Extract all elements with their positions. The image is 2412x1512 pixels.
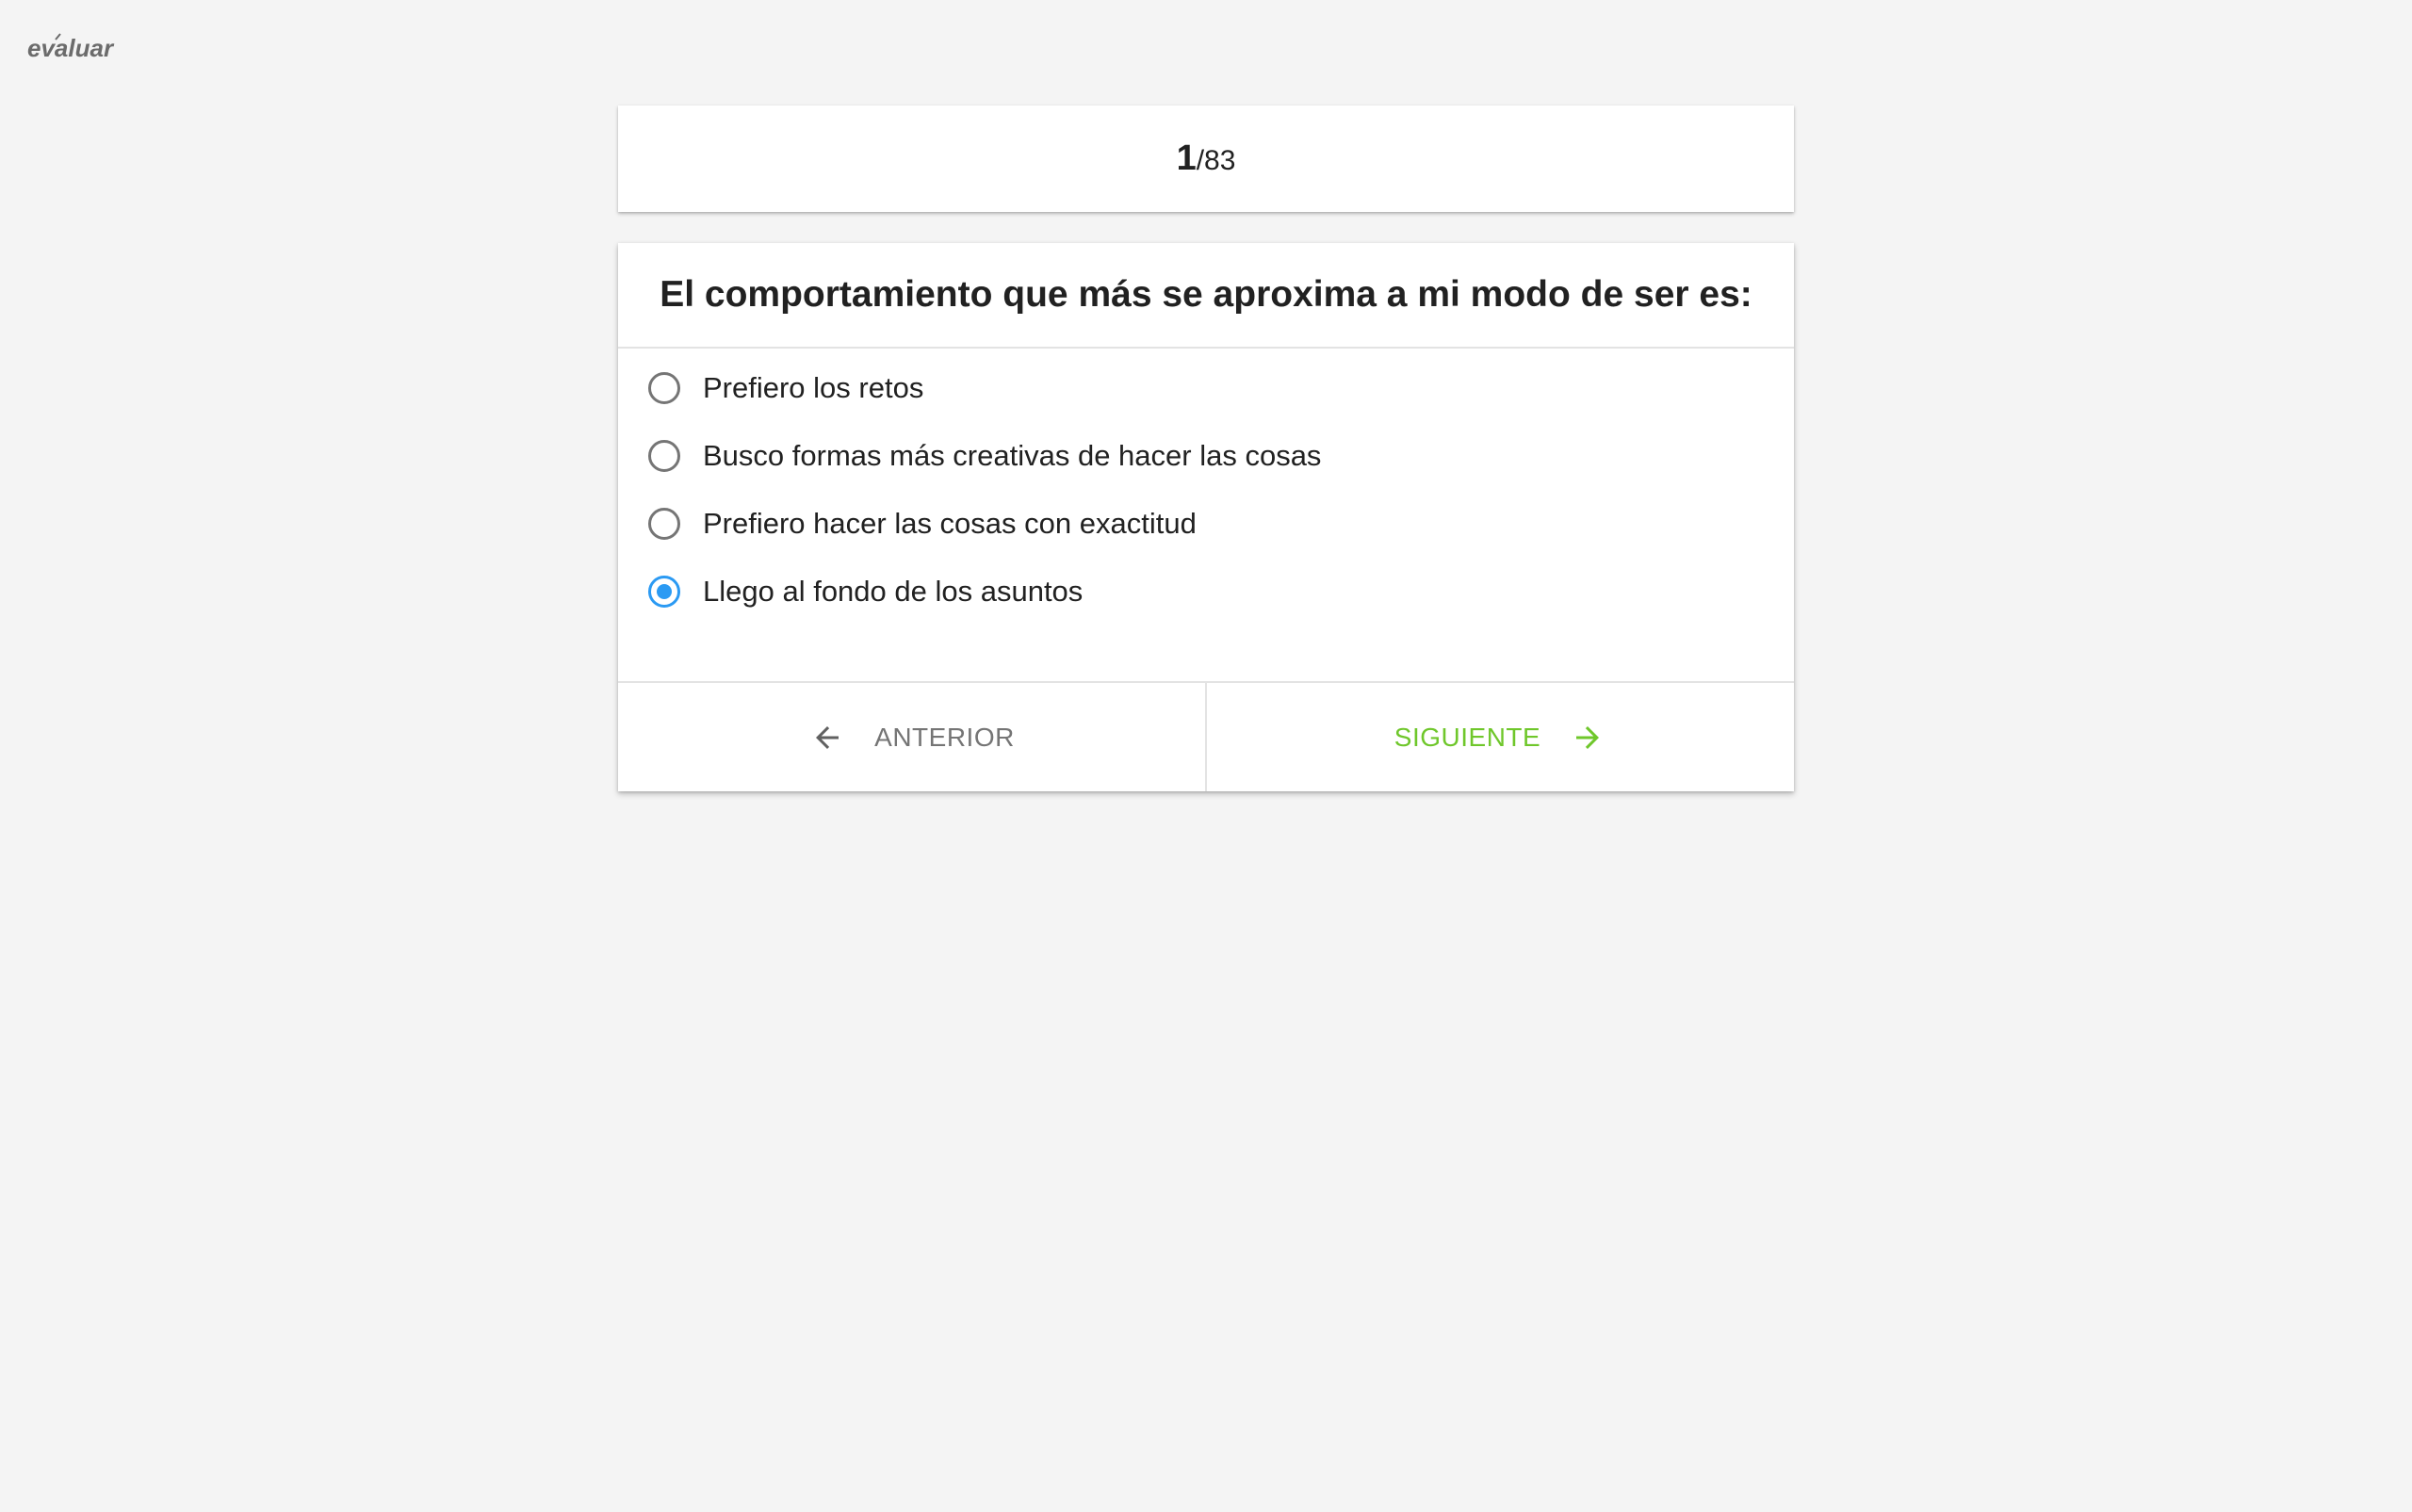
answer-option-label: Prefiero hacer las cosas con exactitud xyxy=(703,507,1197,540)
answer-options: Prefiero los retos Busco formas más crea… xyxy=(618,349,1794,925)
next-button[interactable]: SIGUIENTE xyxy=(1207,683,1794,791)
current-question-number: 1 xyxy=(1176,138,1197,178)
previous-button[interactable]: ANTERIOR xyxy=(618,683,1207,791)
navigation-footer: ANTERIOR SIGUIENTE xyxy=(618,681,1794,791)
answer-option-4[interactable]: Llego al fondo de los asuntos xyxy=(648,563,1083,620)
radio-button[interactable] xyxy=(648,576,680,608)
answer-option-2[interactable]: Busco formas más creativas de hacer las … xyxy=(648,428,1321,484)
progress-card: 1 / 83 xyxy=(618,106,1794,212)
total-questions: 83 xyxy=(1204,145,1236,176)
arrow-right-icon xyxy=(1569,719,1606,756)
question-counter: 1 / 83 xyxy=(1177,138,1236,179)
question-card: El comportamiento que más se aproxima a … xyxy=(618,243,1794,791)
answer-option-label: Busco formas más creativas de hacer las … xyxy=(703,439,1322,472)
answer-option-label: Prefiero los retos xyxy=(703,371,924,404)
answer-option-1[interactable]: Prefiero los retos xyxy=(648,360,923,416)
radio-button[interactable] xyxy=(648,440,680,472)
arrow-left-icon xyxy=(808,719,846,756)
radio-button[interactable] xyxy=(648,372,680,404)
answer-option-label: Llego al fondo de los asuntos xyxy=(703,575,1084,608)
counter-separator: / xyxy=(1196,145,1205,176)
previous-button-label: ANTERIOR xyxy=(874,722,1015,752)
next-button-label: SIGUIENTE xyxy=(1393,722,1541,752)
question-title: El comportamiento que más se aproxima a … xyxy=(660,274,1752,315)
answer-option-3[interactable]: Prefiero hacer las cosas con exactitud xyxy=(648,496,1197,552)
logo-wordmark: evaluar xyxy=(27,34,115,62)
evaluar-logo: evaluar xyxy=(27,28,133,62)
radio-button[interactable] xyxy=(648,508,680,540)
question-header: El comportamiento que más se aproxima a … xyxy=(618,243,1794,349)
